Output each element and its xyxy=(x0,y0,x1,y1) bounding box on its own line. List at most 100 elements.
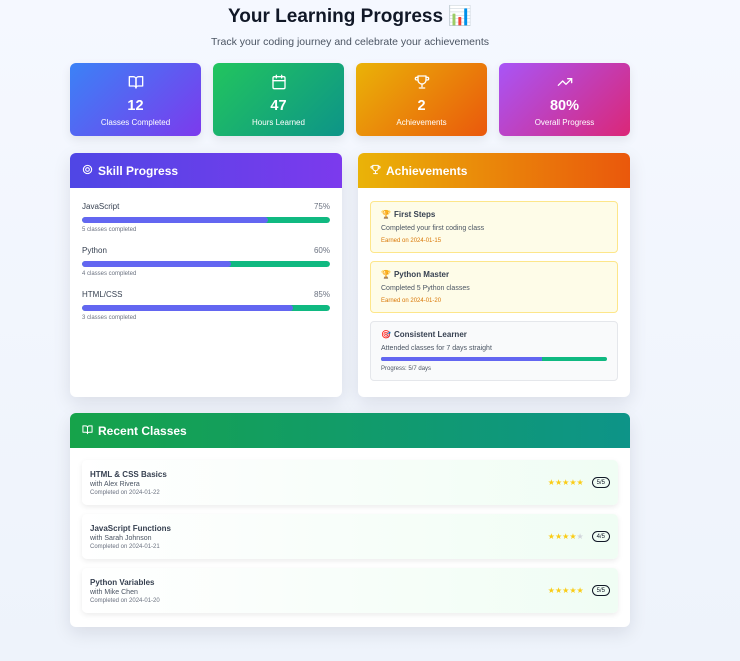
achievement-list: 🏆 First Steps Completed your first codin… xyxy=(358,188,630,381)
panel-title: Recent Classes xyxy=(98,423,187,438)
star-icon: ★ xyxy=(576,585,584,595)
star-icon: ★ xyxy=(562,585,570,595)
achievement-item: 🏆 First Steps Completed your first codin… xyxy=(370,201,618,253)
panel-header: Skill Progress xyxy=(70,153,342,188)
stats-row: 12 Classes Completed 47 Hours Learned 2 … xyxy=(70,63,630,136)
stat-value: 47 xyxy=(270,98,287,114)
skill-name: Python xyxy=(82,246,107,255)
skill-progress-bar xyxy=(82,261,330,267)
star-icon: ★ xyxy=(547,531,555,541)
star-icon: ★ xyxy=(547,585,555,595)
rating-badge: 5/5 xyxy=(591,585,610,596)
rating-badge: 5/5 xyxy=(591,477,610,488)
achievement-progress-bar xyxy=(381,357,607,361)
trending-up-icon xyxy=(557,74,573,95)
star-icon: ★ xyxy=(554,531,563,541)
class-name: HTML & CSS Basics xyxy=(90,469,167,479)
class-name: JavaScript Functions xyxy=(90,523,171,533)
star-icon: ★ xyxy=(554,585,563,595)
skill-name: JavaScript xyxy=(82,202,120,211)
achievement-desc: Attended classes for 7 days straight xyxy=(381,345,492,352)
page-title: Your Learning Progress 📊 xyxy=(228,6,472,27)
skill-progress-bar xyxy=(82,305,330,311)
rating-badge: 4/5 xyxy=(591,531,610,542)
class-item[interactable]: HTML & CSS Basics with Alex Rivera Compl… xyxy=(82,460,618,505)
stat-value: 12 xyxy=(127,98,144,114)
achievement-earned-date: Earned on 2024-01-20 xyxy=(381,298,442,304)
star-icon: ★ xyxy=(569,531,577,541)
skill-list: JavaScript 75% 5 classes completed Pytho… xyxy=(70,202,342,321)
page-subtitle: Track your coding journey and celebrate … xyxy=(210,36,489,48)
trophy-icon xyxy=(414,74,430,95)
class-item[interactable]: Python Variables with Mike Chen Complete… xyxy=(82,568,618,613)
achievement-title: First Steps xyxy=(393,210,436,219)
panel-header: Achievements xyxy=(358,153,630,188)
achievement-earned-date: Earned on 2024-01-15 xyxy=(381,238,442,244)
skill-name: HTML/CSS xyxy=(82,290,123,299)
panel-title: Achievements xyxy=(386,163,468,178)
stat-label: Overall Progress xyxy=(534,118,595,127)
panel-header: Recent Classes xyxy=(70,413,630,448)
stat-value: 80% xyxy=(549,98,580,114)
stat-card-classes: 12 Classes Completed xyxy=(70,63,201,136)
achievement-item: 🏆 Python Master Completed 5 Python class… xyxy=(370,261,618,313)
achievement-progress-label: Progress: 5/7 days xyxy=(381,366,432,372)
target-emoji-icon: 🎯 xyxy=(381,330,391,339)
skill-item: Python 60% 4 classes completed xyxy=(82,246,330,277)
class-teacher: with Sarah Johnson xyxy=(90,534,152,542)
skill-percent: 85% xyxy=(313,290,330,299)
star-rating: ★ ★ ★ ★ ★ xyxy=(547,477,584,487)
skill-item: JavaScript 75% 5 classes completed xyxy=(82,202,330,233)
star-icon: ★ xyxy=(547,477,555,487)
skill-note: 3 classes completed xyxy=(82,315,137,321)
class-date: Completed on 2024-01-22 xyxy=(90,489,160,496)
star-icon: ★ xyxy=(569,585,577,595)
class-date: Completed on 2024-01-20 xyxy=(90,597,160,604)
book-open-icon xyxy=(82,424,93,438)
skill-percent: 75% xyxy=(313,202,330,211)
class-name: Python Variables xyxy=(90,577,155,587)
skill-progress-fill xyxy=(82,261,231,267)
star-icon: ★ xyxy=(569,477,577,487)
stat-card-hours: 47 Hours Learned xyxy=(213,63,344,136)
star-icon: ★ xyxy=(554,477,563,487)
stat-card-progress: 80% Overall Progress xyxy=(499,63,630,136)
skill-progress-bar xyxy=(82,217,330,223)
stat-label: Classes Completed xyxy=(100,118,171,127)
stat-value: 2 xyxy=(417,98,426,114)
recent-classes-panel: Recent Classes HTML & CSS Basics with Al… xyxy=(70,413,630,627)
achievement-title: Python Master xyxy=(393,270,450,279)
achievements-panel: Achievements 🏆 First Steps Completed you… xyxy=(358,153,630,397)
trophy-emoji-icon: 🏆 xyxy=(381,210,391,219)
skill-progress-fill xyxy=(82,217,268,223)
target-icon xyxy=(82,164,93,178)
class-teacher: with Alex Rivera xyxy=(90,480,140,488)
trophy-icon xyxy=(370,164,381,178)
star-rating: ★ ★ ★ ★ ★ xyxy=(547,585,584,595)
class-teacher: with Mike Chen xyxy=(90,588,138,596)
star-icon: ★ xyxy=(562,477,570,487)
class-item[interactable]: JavaScript Functions with Sarah Johnson … xyxy=(82,514,618,559)
stat-label: Hours Learned xyxy=(252,118,305,127)
panel-title: Skill Progress xyxy=(98,163,179,178)
skill-progress-fill xyxy=(82,305,293,311)
book-open-icon xyxy=(128,74,144,95)
stat-card-achievements: 2 Achievements xyxy=(356,63,487,136)
star-icon: ★ xyxy=(562,531,570,541)
skill-note: 4 classes completed xyxy=(82,271,137,277)
star-icon: ★ xyxy=(576,477,584,487)
class-list: HTML & CSS Basics with Alex Rivera Compl… xyxy=(70,448,630,613)
skill-percent: 60% xyxy=(313,246,330,255)
achievement-desc: Completed 5 Python classes xyxy=(381,285,470,292)
stat-label: Achievements xyxy=(396,118,447,127)
skill-note: 5 classes completed xyxy=(82,227,137,233)
star-icon: ★ xyxy=(576,531,584,541)
calendar-icon xyxy=(271,74,287,95)
achievement-item: 🎯 Consistent Learner Attended classes fo… xyxy=(370,321,618,381)
star-rating: ★ ★ ★ ★ ★ xyxy=(547,531,584,541)
class-date: Completed on 2024-01-21 xyxy=(90,543,160,550)
achievement-desc: Completed your first coding class xyxy=(381,225,485,232)
trophy-emoji-icon: 🏆 xyxy=(381,270,391,279)
skill-progress-panel: Skill Progress JavaScript 75% 5 classes … xyxy=(70,153,342,397)
achievement-title: Consistent Learner xyxy=(393,330,467,339)
